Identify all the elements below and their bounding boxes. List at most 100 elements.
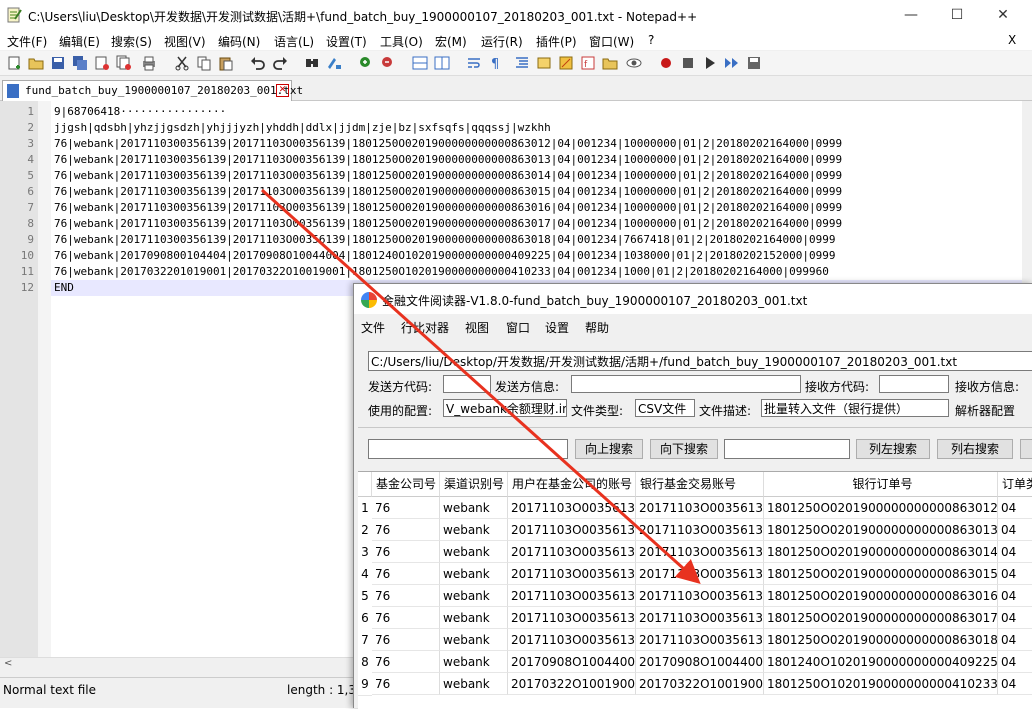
column-header[interactable]: 用户在基金公司的账号: [508, 472, 636, 497]
undo-icon[interactable]: [250, 55, 266, 71]
reader-menu-window[interactable]: 窗口: [506, 319, 530, 336]
grid-cell[interactable]: 76: [372, 585, 440, 607]
doc-map-icon[interactable]: [558, 55, 574, 71]
tab-fund-batch-buy[interactable]: fund_batch_buy_1900000107_20180203_001.t…: [2, 80, 303, 101]
scroll-left-icon[interactable]: <: [4, 658, 12, 669]
close-button[interactable]: ✕: [980, 4, 1026, 26]
grid-cell[interactable]: 20171103O00356139: [636, 519, 764, 541]
grid-cell[interactable]: webank: [440, 607, 508, 629]
grid-cell[interactable]: 20171103O00356139: [508, 519, 636, 541]
column-header[interactable]: 渠道识别号: [440, 472, 508, 497]
grid-cell[interactable]: 04: [998, 607, 1032, 629]
receiver-code-field[interactable]: [879, 375, 949, 393]
column-header[interactable]: 银行基金交易账号: [636, 472, 764, 497]
file-type-field[interactable]: CSV文件: [635, 399, 695, 417]
close-all-icon[interactable]: [116, 55, 132, 71]
grid-cell[interactable]: 76: [372, 673, 440, 695]
find-icon[interactable]: [304, 55, 320, 71]
cut-icon[interactable]: [174, 55, 190, 71]
grid-cell[interactable]: 20171103O00356139: [508, 563, 636, 585]
grid-cell[interactable]: 76: [372, 607, 440, 629]
indent-guide-icon[interactable]: [514, 55, 530, 71]
close-file-icon[interactable]: [94, 55, 110, 71]
redo-icon[interactable]: [272, 55, 288, 71]
menu-language[interactable]: 语言(L): [274, 33, 314, 50]
grid-cell[interactable]: 1801250O0201900000000000863018: [764, 629, 998, 651]
menu-search[interactable]: 搜索(S): [111, 33, 152, 50]
menu-encoding[interactable]: 编码(N): [218, 33, 260, 50]
column-right-search-button[interactable]: 列右搜索: [937, 439, 1013, 459]
grid-cell[interactable]: 20171103O00356139: [636, 541, 764, 563]
grid-cell[interactable]: 1801250O0201900000000000863015: [764, 563, 998, 585]
editor-horizontal-scrollbar[interactable]: <: [0, 657, 360, 674]
parser-config-link[interactable]: 解析器配置: [955, 402, 1015, 419]
zoom-in-icon[interactable]: [358, 55, 374, 71]
grid-cell[interactable]: 76: [372, 629, 440, 651]
grid-cell[interactable]: 76: [372, 651, 440, 673]
reader-menu-file[interactable]: 文件: [361, 319, 385, 336]
search-input[interactable]: [368, 439, 568, 459]
grid-cell[interactable]: 20171103O00356139: [636, 629, 764, 651]
grid-cell[interactable]: webank: [440, 497, 508, 519]
grid-cell[interactable]: webank: [440, 585, 508, 607]
grid-cell[interactable]: 76: [372, 541, 440, 563]
grid-cell[interactable]: 20171103O00356139: [508, 497, 636, 519]
more-button[interactable]: [1020, 439, 1032, 459]
open-file-icon[interactable]: [28, 55, 44, 71]
user-lang-icon[interactable]: [536, 55, 552, 71]
reader-menu-help[interactable]: 帮助: [585, 319, 609, 336]
record-macro-icon[interactable]: [658, 55, 674, 71]
sync-vertical-icon[interactable]: [412, 55, 428, 71]
zoom-out-icon[interactable]: [380, 55, 396, 71]
grid-cell[interactable]: 04: [998, 563, 1032, 585]
grid-cell[interactable]: 20171103O00356139: [508, 629, 636, 651]
grid-cell[interactable]: webank: [440, 651, 508, 673]
play-macro-icon[interactable]: [702, 55, 718, 71]
grid-cell[interactable]: 04: [998, 629, 1032, 651]
grid-cell[interactable]: 1801250O0201900000000000863012: [764, 497, 998, 519]
search-down-button[interactable]: 向下搜索: [650, 439, 718, 459]
file-path-field[interactable]: C:/Users/liu/Desktop/开发数据/开发测试数据/活期+/fun…: [368, 351, 1032, 371]
grid-cell[interactable]: 20170908O10044004: [636, 651, 764, 673]
grid-cell[interactable]: 20171103O00356139: [508, 541, 636, 563]
column-header[interactable]: 订单类: [998, 472, 1032, 497]
grid-cell[interactable]: 20170322O10019001: [636, 673, 764, 695]
grid-cell[interactable]: 04: [998, 651, 1032, 673]
menu-file[interactable]: 文件(F): [7, 33, 47, 50]
grid-cell[interactable]: 04: [998, 519, 1032, 541]
grid-cell[interactable]: 1801250O1020190000000000410233: [764, 673, 998, 695]
grid-cell[interactable]: 20171103O00356139: [508, 585, 636, 607]
menu-edit[interactable]: 编辑(E): [59, 33, 100, 50]
grid-cell[interactable]: 1801250O0201900000000000863014: [764, 541, 998, 563]
grid-cell[interactable]: 20171103O00356139: [636, 497, 764, 519]
minimize-button[interactable]: —: [888, 4, 934, 26]
grid-cell[interactable]: 04: [998, 673, 1032, 695]
grid-cell[interactable]: 1801240O1020190000000000409225: [764, 651, 998, 673]
column-header[interactable]: 基金公司号: [372, 472, 440, 497]
reader-menu-settings[interactable]: 设置: [545, 319, 569, 336]
grid-cell[interactable]: webank: [440, 629, 508, 651]
search-up-button[interactable]: 向上搜索: [575, 439, 643, 459]
menu-help[interactable]: ?: [648, 33, 654, 47]
grid-cell[interactable]: 20171103O00356139: [636, 563, 764, 585]
folder-workspace-icon[interactable]: [602, 55, 618, 71]
config-field[interactable]: V_webank余额理财.ini: [443, 399, 567, 417]
sender-info-field[interactable]: [571, 375, 801, 393]
grid-cell[interactable]: 20171103O00356139: [636, 585, 764, 607]
print-icon[interactable]: [141, 55, 157, 71]
grid-cell[interactable]: 20171103O00356139: [508, 607, 636, 629]
word-wrap-icon[interactable]: [466, 55, 482, 71]
show-all-chars-icon[interactable]: ¶: [488, 55, 504, 71]
reader-menu-line-compare[interactable]: 行比对器: [401, 319, 449, 336]
grid-cell[interactable]: 20170322O10019001: [508, 673, 636, 695]
grid-cell[interactable]: 04: [998, 585, 1032, 607]
save-icon[interactable]: [50, 55, 66, 71]
grid-cell[interactable]: 04: [998, 541, 1032, 563]
tab-close-icon[interactable]: ✕: [276, 84, 289, 97]
monitoring-icon[interactable]: [626, 55, 642, 71]
grid-cell[interactable]: 20171103O00356139: [636, 607, 764, 629]
function-list-icon[interactable]: f: [580, 55, 596, 71]
column-left-search-button[interactable]: 列左搜索: [856, 439, 930, 459]
grid-cell[interactable]: 76: [372, 497, 440, 519]
maximize-button[interactable]: ☐: [934, 4, 980, 26]
